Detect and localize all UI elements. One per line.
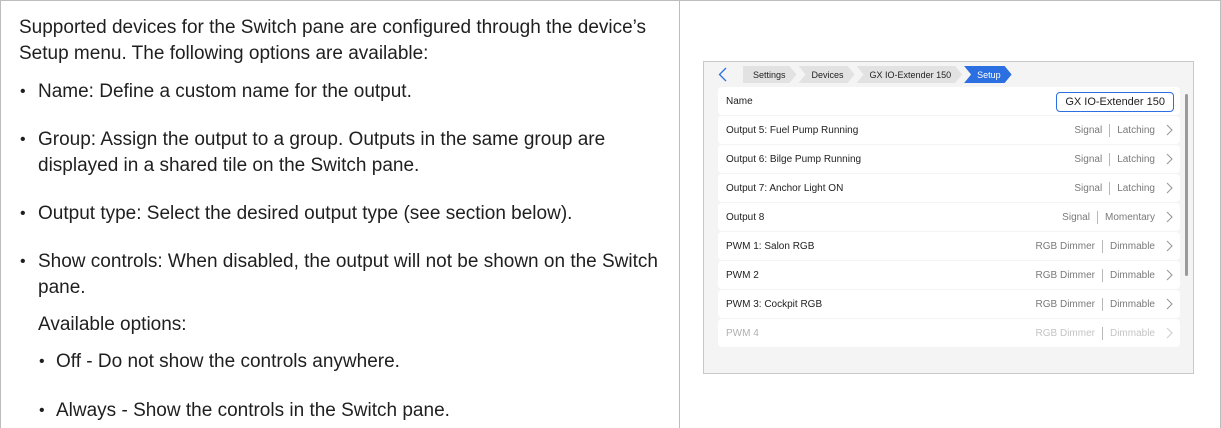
device-screenshot: Settings Devices GX IO-Extender 150 Setu… bbox=[703, 61, 1194, 374]
value-separator bbox=[1109, 152, 1111, 166]
bullet-icon: • bbox=[20, 253, 26, 270]
chevron-right-icon bbox=[1158, 124, 1180, 136]
name-field[interactable]: GX IO-Extender 150 bbox=[1056, 92, 1174, 112]
back-button[interactable] bbox=[715, 66, 729, 84]
output-mode: Dimmable bbox=[1109, 269, 1155, 281]
output-type: RGB Dimmer bbox=[1035, 240, 1095, 252]
row-value: Signal Latching bbox=[1074, 152, 1155, 166]
sub-option-list: • Off - Do not show the controls anywhere… bbox=[38, 349, 669, 424]
name-row[interactable]: Name GX IO-Extender 150 bbox=[718, 87, 1180, 115]
sub-option-always-text: Always - Show the controls in the Switch… bbox=[56, 400, 450, 421]
output-mode: Latching bbox=[1117, 124, 1155, 136]
available-options-label: Available options: bbox=[38, 314, 187, 335]
output-type: RGB Dimmer bbox=[1035, 269, 1095, 281]
output-type: Signal bbox=[1074, 153, 1103, 165]
row-value: Signal Latching bbox=[1074, 181, 1155, 195]
list-item: • Show controls: When disabled, the outpu… bbox=[19, 249, 669, 424]
row-value: RGB Dimmer Dimmable bbox=[1035, 239, 1155, 253]
option-output-type-text: Output type: Select the desired output t… bbox=[38, 203, 573, 224]
output-mode: Latching bbox=[1117, 153, 1155, 165]
row-label: Output 5: Fuel Pump Running bbox=[726, 124, 859, 136]
sub-option-off-text: Off - Do not show the controls anywhere. bbox=[56, 351, 400, 372]
breadcrumb-setup[interactable]: Setup bbox=[964, 66, 1012, 83]
row-label: Output 7: Anchor Light ON bbox=[726, 182, 844, 194]
list-item[interactable]: PWM 3: Cockpit RGB RGB Dimmer Dimmable bbox=[718, 290, 1180, 318]
breadcrumb-settings[interactable]: Settings bbox=[743, 66, 797, 83]
chevron-left-icon bbox=[718, 67, 726, 82]
output-mode: Momentary bbox=[1104, 211, 1155, 223]
chevron-right-icon bbox=[1158, 211, 1180, 223]
output-mode: Latching bbox=[1117, 182, 1155, 194]
row-label: PWM 3: Cockpit RGB bbox=[726, 298, 823, 310]
list-item: • Group: Assign the output to a group. Ou… bbox=[19, 127, 669, 179]
breadcrumb-device[interactable]: GX IO-Extender 150 bbox=[857, 66, 963, 83]
bullet-icon: • bbox=[20, 205, 26, 222]
row-label: PWM 1: Salon RGB bbox=[726, 240, 815, 252]
value-separator bbox=[1109, 181, 1111, 195]
row-value: RGB Dimmer Dimmable bbox=[1035, 297, 1155, 311]
bullet-icon: • bbox=[20, 131, 26, 148]
output-type: Signal bbox=[1062, 211, 1090, 223]
chevron-right-icon bbox=[1158, 269, 1180, 281]
output-mode: Dimmable bbox=[1109, 327, 1155, 339]
option-show-controls-text: Show controls: When disabled, the output… bbox=[38, 251, 658, 298]
chevron-right-icon bbox=[1158, 240, 1180, 252]
row-value: RGB Dimmer Dimmable bbox=[1035, 268, 1155, 282]
output-mode: Dimmable bbox=[1109, 298, 1155, 310]
intro-paragraph: Supported devices for the Switch pane ar… bbox=[19, 17, 647, 64]
value-separator bbox=[1101, 326, 1103, 340]
bullet-icon: • bbox=[39, 353, 45, 370]
chevron-right-icon bbox=[1158, 327, 1180, 339]
output-mode: Dimmable bbox=[1109, 240, 1155, 252]
setup-list: Name GX IO-Extender 150 Output 5: Fuel P… bbox=[718, 87, 1180, 348]
value-separator bbox=[1096, 210, 1098, 224]
scrollbar[interactable] bbox=[1185, 94, 1188, 276]
value-separator bbox=[1101, 268, 1103, 282]
documentation-text: Supported devices for the Switch pane ar… bbox=[19, 15, 669, 428]
list-item[interactable]: Output 5: Fuel Pump Running Signal Latchi… bbox=[718, 116, 1180, 144]
value-separator bbox=[1101, 239, 1103, 253]
list-item[interactable]: PWM 1: Salon RGB RGB Dimmer Dimmable bbox=[718, 232, 1180, 260]
row-label: PWM 2 bbox=[726, 269, 759, 281]
option-list: • Name: Define a custom name for the outp… bbox=[19, 79, 669, 424]
chevron-right-icon bbox=[1158, 153, 1180, 165]
list-item: • Off - Do not show the controls anywhere… bbox=[38, 349, 669, 375]
row-label: PWM 4 bbox=[726, 327, 759, 339]
row-value: Signal Momentary bbox=[1062, 210, 1155, 224]
row-label: Output 8 bbox=[726, 211, 765, 223]
value-separator bbox=[1101, 297, 1103, 311]
output-type: RGB Dimmer bbox=[1035, 298, 1095, 310]
output-type: Signal bbox=[1074, 124, 1103, 136]
option-name-text: Name: Define a custom name for the outpu… bbox=[38, 81, 412, 102]
chevron-right-icon bbox=[1158, 298, 1180, 310]
output-type: RGB Dimmer bbox=[1035, 327, 1095, 339]
list-item: • Name: Define a custom name for the outp… bbox=[19, 79, 669, 105]
bullet-icon: • bbox=[39, 402, 45, 419]
bullet-icon: • bbox=[20, 83, 26, 100]
list-fade bbox=[704, 351, 1193, 373]
row-value: RGB Dimmer Dimmable bbox=[1035, 326, 1155, 340]
value-separator bbox=[1109, 123, 1111, 137]
breadcrumb-devices[interactable]: Devices bbox=[799, 66, 855, 83]
option-group-text: Group: Assign the output to a group. Out… bbox=[38, 129, 606, 176]
list-item[interactable]: Output 7: Anchor Light ON Signal Latching bbox=[718, 174, 1180, 202]
list-item: • Always - Show the controls in the Switc… bbox=[38, 398, 669, 424]
chevron-right-icon bbox=[1158, 182, 1180, 194]
list-item: • Output type: Select the desired output … bbox=[19, 201, 669, 227]
list-item[interactable]: Output 6: Bilge Pump Running Signal Latch… bbox=[718, 145, 1180, 173]
breadcrumb: Settings Devices GX IO-Extender 150 Setu… bbox=[704, 62, 1193, 87]
output-type: Signal bbox=[1074, 182, 1103, 194]
row-value: Signal Latching bbox=[1074, 123, 1155, 137]
row-label: Output 6: Bilge Pump Running bbox=[726, 153, 862, 165]
list-item[interactable]: PWM 2 RGB Dimmer Dimmable bbox=[718, 261, 1180, 289]
column-divider bbox=[679, 0, 680, 428]
list-item[interactable]: PWM 4 RGB Dimmer Dimmable bbox=[718, 319, 1180, 347]
list-item[interactable]: Output 8 Signal Momentary bbox=[718, 203, 1180, 231]
